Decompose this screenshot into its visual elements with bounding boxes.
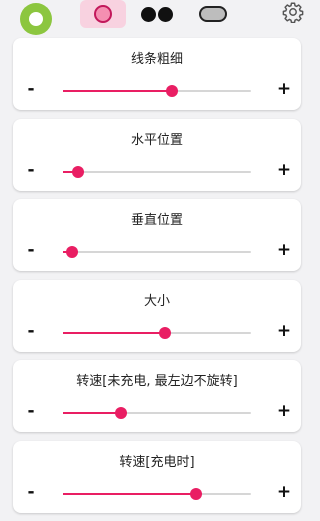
slider-thumb[interactable] xyxy=(166,85,179,97)
settings-list: 线条粗细 - + 水平位置 - + 垂直位置 - + 大小 - + 转速[未充电… xyxy=(13,38,301,521)
speed-charging-card: 转速[充电时] - + xyxy=(13,440,301,513)
shape-ring-tab[interactable] xyxy=(80,0,126,28)
slider-label: 水平位置 xyxy=(130,132,183,148)
increase-button[interactable]: + xyxy=(274,79,294,99)
pill-shape-icon xyxy=(199,6,227,22)
slider-fill xyxy=(63,90,173,92)
slider-thumb[interactable] xyxy=(72,165,85,178)
speed-unplugged-card: 转速[未充电, 最左边不旋转] - + xyxy=(13,360,301,432)
slider-label: 线条粗细 xyxy=(130,52,183,67)
shape-glasses-tab[interactable] xyxy=(134,0,180,28)
decrease-button[interactable]: - xyxy=(21,79,41,99)
decrease-button[interactable]: - xyxy=(21,321,41,341)
ring-shape-icon xyxy=(94,5,112,23)
line-width-card: 线条粗细 - + xyxy=(13,38,301,110)
slider-fill xyxy=(63,331,165,334)
glasses-left-lens-icon xyxy=(141,6,156,22)
increase-button[interactable]: + xyxy=(274,240,294,260)
increase-button[interactable]: + xyxy=(274,401,294,421)
app-logo-ring-icon xyxy=(20,3,52,35)
decrease-button[interactable]: - xyxy=(21,240,41,260)
slider-thumb[interactable] xyxy=(158,326,171,339)
horizontal-position-card: 水平位置 - + xyxy=(13,118,301,191)
slider-track[interactable] xyxy=(63,407,251,419)
decrease-button[interactable]: - xyxy=(21,160,41,180)
slider-fill xyxy=(63,492,197,495)
slider-fill xyxy=(63,412,122,414)
shape-pill-tab[interactable] xyxy=(190,0,236,28)
slider-track[interactable] xyxy=(63,165,251,178)
vertical-position-card: 垂直位置 - + xyxy=(13,199,301,271)
slider-track[interactable] xyxy=(63,246,251,258)
size-card: 大小 - + xyxy=(13,279,301,352)
decrease-button[interactable]: - xyxy=(21,401,41,421)
increase-button[interactable]: + xyxy=(274,482,294,502)
slider-track[interactable] xyxy=(63,487,251,500)
top-toolbar xyxy=(0,0,320,36)
slider-label: 垂直位置 xyxy=(130,213,183,228)
slider-label: 转速[未充电, 最左边不旋转] xyxy=(76,374,238,389)
slider-label: 转速[充电时] xyxy=(119,454,195,470)
slider-label: 大小 xyxy=(143,293,170,309)
increase-button[interactable]: + xyxy=(274,321,294,341)
slider-thumb[interactable] xyxy=(190,487,203,500)
increase-button[interactable]: + xyxy=(274,160,294,180)
settings-gear-icon[interactable] xyxy=(282,1,304,23)
slider-track[interactable] xyxy=(63,326,251,339)
decrease-button[interactable]: - xyxy=(21,482,41,502)
slider-thumb[interactable] xyxy=(66,246,79,258)
glasses-right-lens-icon xyxy=(158,6,173,22)
slider-track[interactable] xyxy=(63,85,251,97)
slider-thumb[interactable] xyxy=(115,407,128,419)
